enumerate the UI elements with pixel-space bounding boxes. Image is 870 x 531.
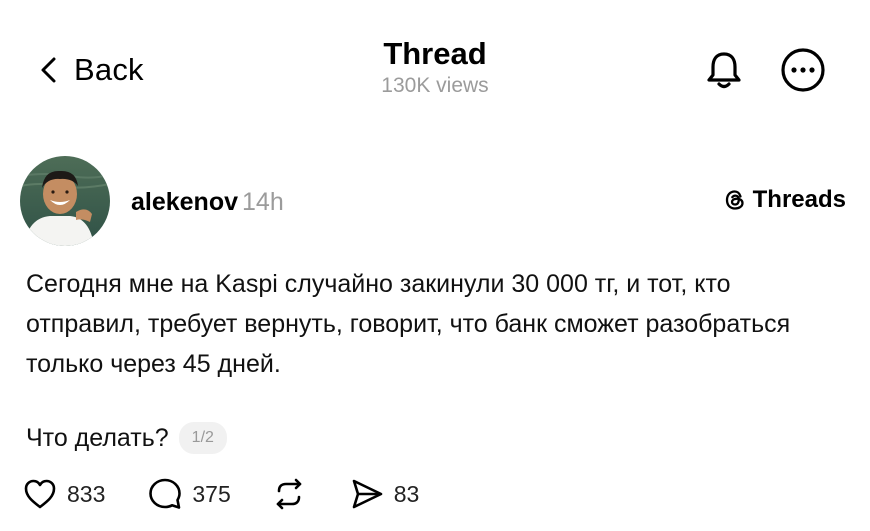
avatar-image [20,156,110,246]
comment-icon [149,478,182,509]
avatar[interactable] [20,156,110,246]
thread-pager-badge: 1/2 [178,422,227,454]
post-author: alekenov 14h [131,187,284,217]
reply-count: 375 [192,480,231,507]
back-label: Back [74,52,144,87]
share-button[interactable]: 83 [349,476,420,512]
chevron-left-icon [41,57,56,83]
threads-badge-label: Threads [752,186,846,213]
more-options-button[interactable] [779,46,827,94]
share-count: 83 [393,480,420,507]
back-button[interactable]: Back [38,50,144,90]
post-question-row: Что делать? 1/2 [26,418,227,458]
like-count: 833 [67,480,106,507]
reply-button[interactable]: 375 [147,476,231,512]
like-button[interactable]: 833 [22,476,105,512]
more-icon [781,48,825,92]
threads-source-badge[interactable]: Threads [723,186,846,214]
post-question: Что делать? [26,424,169,452]
notifications-button[interactable] [700,46,748,94]
heart-icon [24,479,56,509]
repost-icon [276,478,302,510]
username-link[interactable]: alekenov [131,188,238,216]
post-time: 14h [242,188,284,216]
threads-logo-icon [725,190,744,210]
send-icon [352,479,383,509]
bell-icon [707,52,741,89]
repost-button[interactable] [271,476,307,512]
post-actions: 833 375 83 [22,476,419,512]
post-text: Сегодня мне на Kaspi случайно закинули 3… [26,270,791,378]
